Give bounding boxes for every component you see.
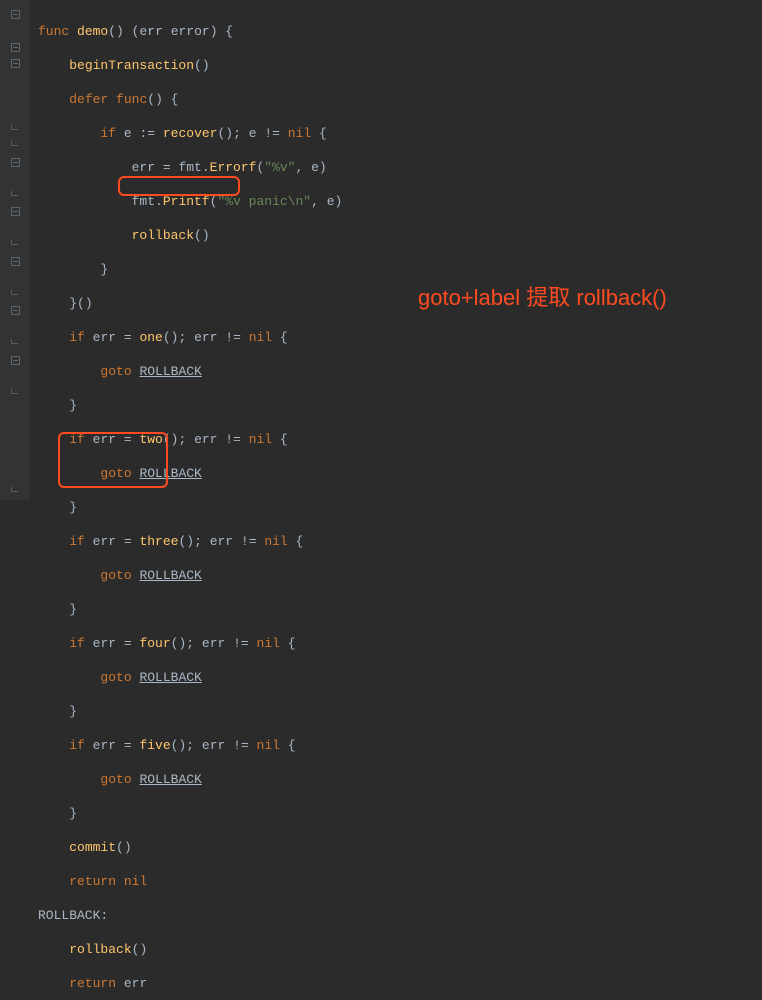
keyword-func: func — [38, 24, 69, 39]
fold-end-marker — [0, 138, 30, 154]
fold-marker[interactable] — [0, 253, 30, 269]
function-name: demo — [77, 24, 108, 39]
builtin-recover: recover — [163, 126, 218, 141]
call-beginTransaction: beginTransaction — [69, 58, 194, 73]
call-commit: commit — [69, 840, 116, 855]
annotation-text: goto+label 提取 rollback() — [418, 280, 667, 312]
fold-marker[interactable] — [0, 39, 30, 55]
fold-end-marker — [0, 187, 30, 203]
code-area[interactable]: func demo() (err error) { beginTransacti… — [30, 0, 762, 500]
fold-marker[interactable] — [0, 6, 30, 22]
fold-end-marker — [0, 484, 30, 500]
fold-marker[interactable] — [0, 55, 30, 71]
call-rollback: rollback — [132, 228, 194, 243]
fold-end-marker — [0, 237, 30, 253]
fold-marker[interactable] — [0, 302, 30, 318]
label-ref: ROLLBACK — [139, 364, 201, 379]
code-editor: func demo() (err error) { beginTransacti… — [0, 0, 762, 500]
keyword-goto: goto — [100, 364, 131, 379]
label-def: ROLLBACK — [38, 908, 100, 923]
fold-end-marker — [0, 385, 30, 401]
fold-marker[interactable] — [0, 154, 30, 170]
fold-marker[interactable] — [0, 204, 30, 220]
fold-end-marker — [0, 335, 30, 351]
fold-end-marker — [0, 286, 30, 302]
gutter — [0, 0, 30, 500]
fold-marker[interactable] — [0, 352, 30, 368]
string-literal: "%v" — [264, 160, 295, 175]
keyword-defer: defer — [69, 92, 108, 107]
fold-end-marker — [0, 121, 30, 137]
string-literal: "%v panic\n" — [217, 194, 311, 209]
